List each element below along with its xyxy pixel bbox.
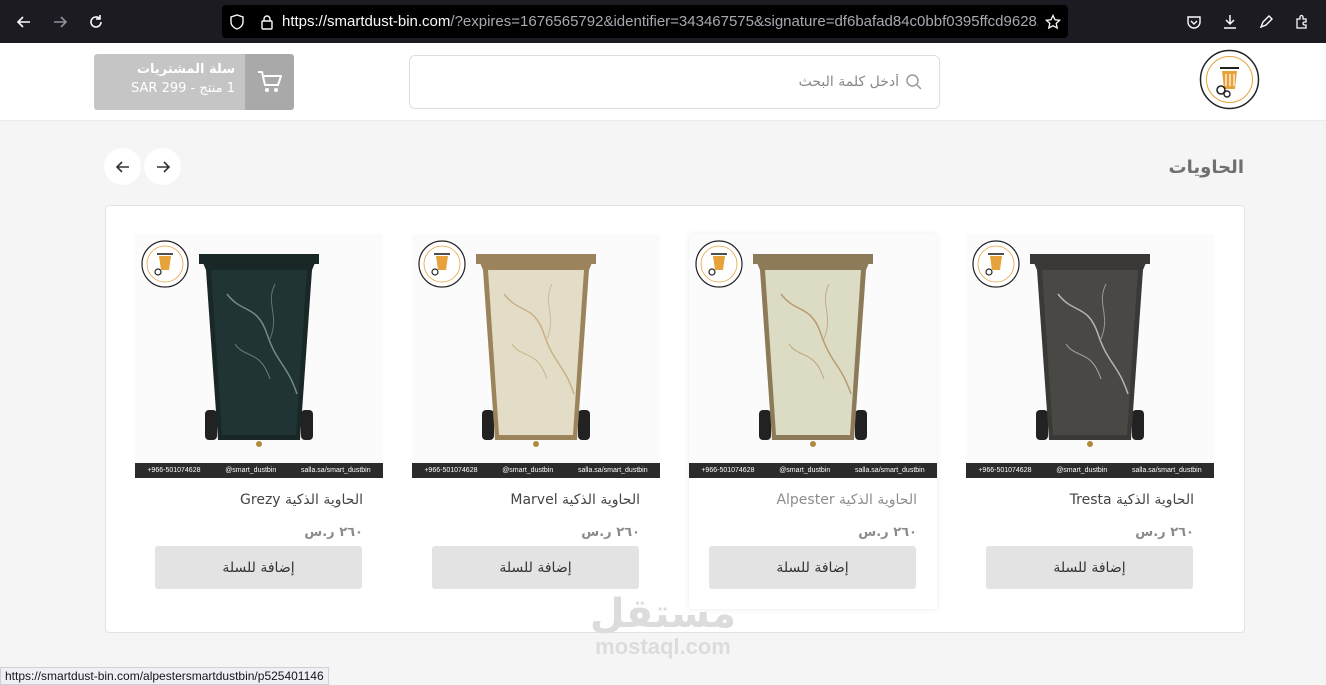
arrow-left-icon <box>16 15 30 28</box>
strip-store: salla.sa/smart_dustbin <box>1131 467 1202 474</box>
lock-icon[interactable] <box>252 14 282 30</box>
puzzle-icon <box>1296 14 1307 29</box>
product-image[interactable] <box>689 234 937 478</box>
carousel-prev-button[interactable] <box>104 148 141 185</box>
shopping-cart-icon <box>257 71 282 92</box>
strip-instagram: @smart_dustbin <box>502 467 554 474</box>
strip-store: salla.sa/smart_dustbin <box>300 467 371 474</box>
strip-phone: +966-501074628 <box>978 467 1032 474</box>
search-icon[interactable] <box>905 73 923 95</box>
reload-icon <box>90 14 102 28</box>
strip-instagram: @smart_dustbin <box>779 467 831 474</box>
product-price: ٢٦٠ ر.س <box>858 525 917 540</box>
search-input[interactable] <box>439 56 899 108</box>
strip-phone: +966-501074628 <box>424 467 478 474</box>
url-host: https://smartdust-bin.com <box>282 13 451 30</box>
product-image[interactable] <box>135 234 383 478</box>
arrow-right-icon <box>156 160 170 173</box>
brand-badge-icon <box>141 240 189 288</box>
pocket-button[interactable] <box>1176 4 1212 40</box>
cart-button[interactable] <box>245 54 294 110</box>
cart-widget[interactable]: سلة المشتريات 1 منتج - 299 SAR <box>94 54 294 110</box>
brand-badge-icon <box>418 240 466 288</box>
product-name[interactable]: الحاوية الذكية Tresta <box>1070 492 1194 508</box>
product-card[interactable]: +966-501074628 @smart_dustbin salla.sa/s… <box>135 234 383 609</box>
add-to-cart-button[interactable]: إضافة للسلة <box>986 546 1193 589</box>
strip-phone: +966-501074628 <box>701 467 755 474</box>
strip-instagram: @smart_dustbin <box>225 467 277 474</box>
product-name[interactable]: الحاوية الذكية Alpester <box>776 492 917 508</box>
contact-strip: +966-501074628 @smart_dustbin salla.sa/s… <box>412 463 660 478</box>
smart-dustbin-logo-icon <box>1199 49 1260 110</box>
forward-button[interactable] <box>42 4 78 40</box>
product-card[interactable]: +966-501074628 @smart_dustbin salla.sa/s… <box>966 234 1214 609</box>
dustbin-image-icon <box>141 240 319 447</box>
back-button[interactable] <box>6 4 42 40</box>
cart-info[interactable]: سلة المشتريات 1 منتج - 299 SAR <box>94 54 245 110</box>
carousel-next-button[interactable] <box>144 148 181 185</box>
products-carousel: +966-501074628 @smart_dustbin salla.sa/s… <box>105 205 1245 633</box>
product-card[interactable]: +966-501074628 @smart_dustbin salla.sa/s… <box>689 234 937 609</box>
product-price: ٢٦٠ ر.س <box>1135 525 1194 540</box>
browser-toolbar: https://smartdust-bin.com/?expires=16765… <box>0 0 1326 43</box>
site-logo[interactable] <box>1199 49 1260 110</box>
strip-store: salla.sa/smart_dustbin <box>577 467 648 474</box>
pen-icon <box>1259 14 1273 28</box>
pocket-icon <box>1187 15 1201 29</box>
url-text: https://smartdust-bin.com/?expires=16765… <box>282 13 1038 30</box>
bookmark-star-icon[interactable] <box>1038 13 1068 30</box>
product-card[interactable]: +966-501074628 @smart_dustbin salla.sa/s… <box>412 234 660 609</box>
mostaql-watermark: مستقل mostaql.com <box>578 594 748 660</box>
downloads-button[interactable] <box>1212 4 1248 40</box>
contact-strip: +966-501074628 @smart_dustbin salla.sa/s… <box>966 463 1214 478</box>
product-image[interactable] <box>966 234 1214 478</box>
brand-badge-icon <box>972 240 1020 288</box>
cart-summary: 1 منتج - 299 SAR <box>131 81 235 96</box>
download-icon <box>1224 14 1236 29</box>
extensions-button[interactable] <box>1284 4 1320 40</box>
brand-badge-icon <box>695 240 743 288</box>
watermark-english: mostaql.com <box>595 634 731 659</box>
dustbin-image-icon <box>418 240 596 447</box>
reload-button[interactable] <box>78 4 114 40</box>
strip-instagram: @smart_dustbin <box>1056 467 1108 474</box>
watermark-arabic: مستقل <box>589 591 737 637</box>
product-image[interactable] <box>412 234 660 478</box>
site-header: سلة المشتريات 1 منتج - 299 SAR <box>0 43 1326 121</box>
add-to-cart-button[interactable]: إضافة للسلة <box>432 546 639 589</box>
product-price: ٢٦٠ ر.س <box>304 525 363 540</box>
product-price: ٢٦٠ ر.س <box>581 525 640 540</box>
cart-title: سلة المشتريات <box>136 62 235 77</box>
contact-strip: +966-501074628 @smart_dustbin salla.sa/s… <box>135 463 383 478</box>
dustbin-image-icon <box>972 240 1150 447</box>
arrow-right-icon <box>54 15 68 28</box>
extension-pen-button[interactable] <box>1248 4 1284 40</box>
shield-icon[interactable] <box>222 13 252 30</box>
section-title: الحاويات <box>1168 157 1244 178</box>
dustbin-image-icon <box>695 240 873 447</box>
add-to-cart-button[interactable]: إضافة للسلة <box>709 546 916 589</box>
add-to-cart-button[interactable]: إضافة للسلة <box>155 546 362 589</box>
address-bar[interactable]: https://smartdust-bin.com/?expires=16765… <box>222 5 1068 38</box>
strip-store: salla.sa/smart_dustbin <box>854 467 925 474</box>
product-name[interactable]: الحاوية الذكية Grezy <box>240 492 363 508</box>
url-path: /?expires=1676565792&identifier=34346757… <box>450 13 1038 30</box>
strip-phone: +966-501074628 <box>147 467 201 474</box>
search-box[interactable] <box>409 55 940 109</box>
status-link-preview: https://smartdust-bin.com/alpestersmartd… <box>0 667 329 685</box>
product-name[interactable]: الحاوية الذكية Marvel <box>510 492 640 508</box>
contact-strip: +966-501074628 @smart_dustbin salla.sa/s… <box>689 463 937 478</box>
arrow-left-icon <box>115 160 129 173</box>
